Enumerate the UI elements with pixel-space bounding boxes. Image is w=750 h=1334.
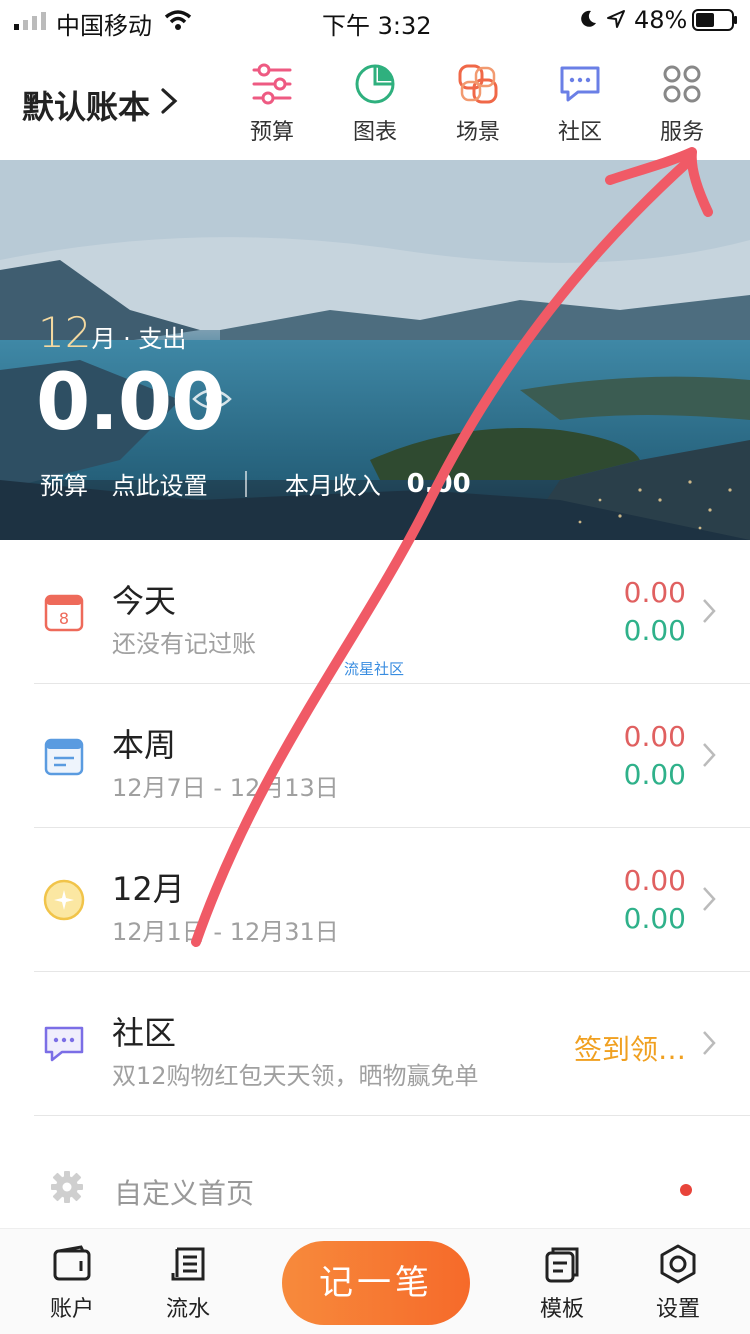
clock: 下午 3:32 xyxy=(322,12,432,40)
tab-templates[interactable]: 模板 xyxy=(522,1243,602,1323)
row-subtitle: 12月7日 - 12月13日 xyxy=(112,774,339,802)
gear-icon xyxy=(51,1171,83,1203)
checkin-promo[interactable]: 签到领… xyxy=(574,1028,686,1068)
income-amount: 0.00 xyxy=(623,902,686,935)
tab-settings-label: 设置 xyxy=(655,1297,700,1322)
chevron-right-icon xyxy=(703,599,716,623)
expense-amount: 0.00 xyxy=(623,720,686,753)
month-summary-banner[interactable]: 12月 · 支出 0.00 预算 点此设置 本月收入 0.00 xyxy=(0,160,750,540)
row-subtitle: 双12购物红包天天领，晒物赢免单 xyxy=(112,1062,479,1090)
eye-icon[interactable] xyxy=(192,386,232,412)
community-icon xyxy=(44,1026,84,1062)
pie-chart-icon xyxy=(355,64,395,104)
income-amount: 0.00 xyxy=(623,758,686,791)
nav-budget[interactable]: 预算 xyxy=(231,62,313,146)
customize-home-label: 自定义首页 xyxy=(114,1177,255,1210)
budget-label: 预算 xyxy=(40,472,88,500)
template-icon xyxy=(545,1247,579,1283)
row-title: 社区 xyxy=(112,1014,177,1052)
chevron-right-icon[interactable] xyxy=(160,88,178,114)
month-number: 12 xyxy=(38,308,92,357)
nav-charts-label: 图表 xyxy=(352,120,397,145)
nav-services-label: 服务 xyxy=(659,120,704,145)
row-title: 12月 xyxy=(112,870,185,908)
status-bar: 中国移动 下午 3:32 48% xyxy=(0,0,750,40)
calendar-week-icon xyxy=(44,738,84,776)
signal-icon xyxy=(14,12,46,30)
row-title: 今天 xyxy=(112,582,177,620)
sliders-icon xyxy=(252,63,292,105)
moon-icon xyxy=(581,10,596,27)
income-label: 本月收入 xyxy=(284,472,381,500)
chat-bubble-icon xyxy=(560,66,600,102)
nav-scenes-label: 场景 xyxy=(455,120,500,145)
banner-footer: 预算 点此设置 本月收入 0.00 xyxy=(40,466,471,501)
carrier-name: 中国移动 xyxy=(56,12,152,40)
record-entry-button[interactable]: 记一笔 xyxy=(282,1241,470,1325)
location-arrow-icon xyxy=(607,10,625,28)
battery-percent: 48% xyxy=(634,6,688,34)
tab-ledger-label: 流水 xyxy=(165,1297,210,1322)
tab-accounts-label: 账户 xyxy=(49,1297,94,1322)
svg-text:8: 8 xyxy=(59,609,69,628)
income-value: 0.00 xyxy=(406,468,471,499)
grid-command-icon xyxy=(663,65,701,103)
chevron-right-icon xyxy=(703,743,716,767)
month-expense-label: 12月 · 支出 xyxy=(38,308,186,357)
list-row-community[interactable]: 社区 双12购物红包天天领，晒物赢免单 签到领… xyxy=(34,972,750,1116)
scene-icon xyxy=(458,64,498,104)
wifi-icon xyxy=(164,10,192,30)
wallet-icon xyxy=(53,1245,91,1281)
tab-ledger[interactable]: 流水 xyxy=(148,1243,228,1323)
tab-templates-label: 模板 xyxy=(539,1297,584,1322)
watermark-text: 流星社区 xyxy=(344,660,405,678)
expense-amount: 0.00 xyxy=(623,864,686,897)
nav-charts[interactable]: 图表 xyxy=(334,62,416,146)
row-title: 本周 xyxy=(112,726,177,764)
chevron-right-icon xyxy=(703,1031,716,1055)
expense-amount: 0.00 xyxy=(623,576,686,609)
nav-scenes[interactable]: 场景 xyxy=(437,62,519,146)
row-subtitle: 还没有记过账 xyxy=(112,630,256,658)
ledger-icon xyxy=(171,1247,205,1281)
battery-icon xyxy=(692,9,737,31)
row-subtitle: 12月1日 - 12月31日 xyxy=(112,918,339,946)
tab-settings[interactable]: 设置 xyxy=(638,1243,718,1323)
calendar-day-icon: 8 xyxy=(44,594,84,632)
customize-home-row[interactable]: 自定义首页 xyxy=(0,1146,750,1230)
budget-setup-link[interactable]: 点此设置 xyxy=(112,466,208,501)
income-amount: 0.00 xyxy=(623,614,686,647)
notification-dot xyxy=(680,1184,692,1196)
nav-budget-label: 预算 xyxy=(249,120,294,145)
list-row-month[interactable]: 12月 12月1日 - 12月31日 0.00 0.00 xyxy=(34,828,750,972)
top-header: 默认账本 预算 图表 场景 社区 服务 xyxy=(0,44,750,160)
moon-star-icon xyxy=(43,879,85,921)
nav-services[interactable]: 服务 xyxy=(641,62,723,146)
bottom-tab-bar: 账户 流水 记一笔 模板 设置 xyxy=(0,1228,750,1334)
settings-hex-icon xyxy=(660,1244,696,1284)
chevron-right-icon xyxy=(703,887,716,911)
month-suffix: 月 · 支出 xyxy=(91,325,187,353)
account-book-title[interactable]: 默认账本 xyxy=(22,82,150,128)
list-row-week[interactable]: 本周 12月7日 - 12月13日 0.00 0.00 xyxy=(34,684,750,828)
nav-community[interactable]: 社区 xyxy=(539,62,621,146)
nav-community-label: 社区 xyxy=(557,120,602,145)
divider xyxy=(245,470,248,497)
tab-accounts[interactable]: 账户 xyxy=(32,1243,112,1323)
